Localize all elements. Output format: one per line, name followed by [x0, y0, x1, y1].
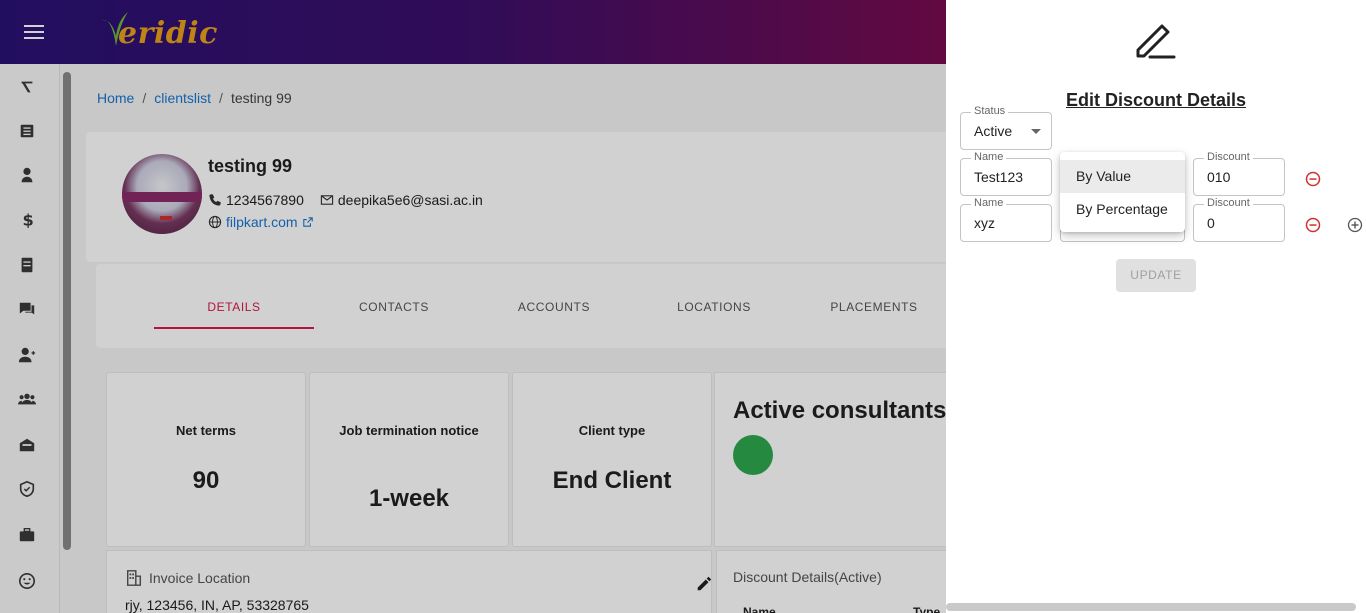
discount-name-field[interactable]: Name xyz — [960, 197, 1052, 242]
discount-value-field[interactable]: Discount 010 — [1193, 151, 1285, 196]
name-value: xyz — [974, 215, 995, 231]
discount-name-field[interactable]: Name Test123 — [960, 151, 1052, 196]
menu-item-by-percentage[interactable]: By Percentage — [1060, 193, 1185, 226]
drawer-horizontal-scrollbar[interactable] — [946, 603, 1356, 611]
status-value: Active — [974, 123, 1013, 139]
dropdown-caret-icon — [1031, 129, 1041, 134]
name-label: Name — [971, 151, 1007, 163]
status-label: Status — [971, 105, 1009, 117]
discount-type-menu: By Value By Percentage — [1060, 152, 1185, 232]
drawer-title: Edit Discount Details — [1065, 90, 1247, 110]
remove-row-icon[interactable] — [1305, 171, 1321, 187]
name-label: Name — [971, 197, 1007, 209]
discount-label: Discount — [1204, 197, 1253, 209]
edit-pencil-icon — [1136, 24, 1176, 59]
discount-value: 010 — [1207, 169, 1231, 185]
update-button[interactable]: UPDATE — [1116, 259, 1196, 292]
edit-discount-drawer: Edit Discount Details Status Active Name… — [946, 0, 1366, 613]
modal-backdrop[interactable] — [0, 0, 946, 613]
add-row-icon[interactable] — [1347, 217, 1363, 233]
status-select[interactable]: Status Active — [960, 105, 1052, 150]
name-value: Test123 — [974, 169, 1024, 185]
discount-value-field[interactable]: Discount 0 — [1193, 197, 1285, 242]
discount-label: Discount — [1204, 151, 1253, 163]
discount-value: 0 — [1207, 215, 1215, 231]
remove-row-icon[interactable] — [1305, 217, 1321, 233]
menu-item-by-value[interactable]: By Value — [1060, 160, 1185, 193]
